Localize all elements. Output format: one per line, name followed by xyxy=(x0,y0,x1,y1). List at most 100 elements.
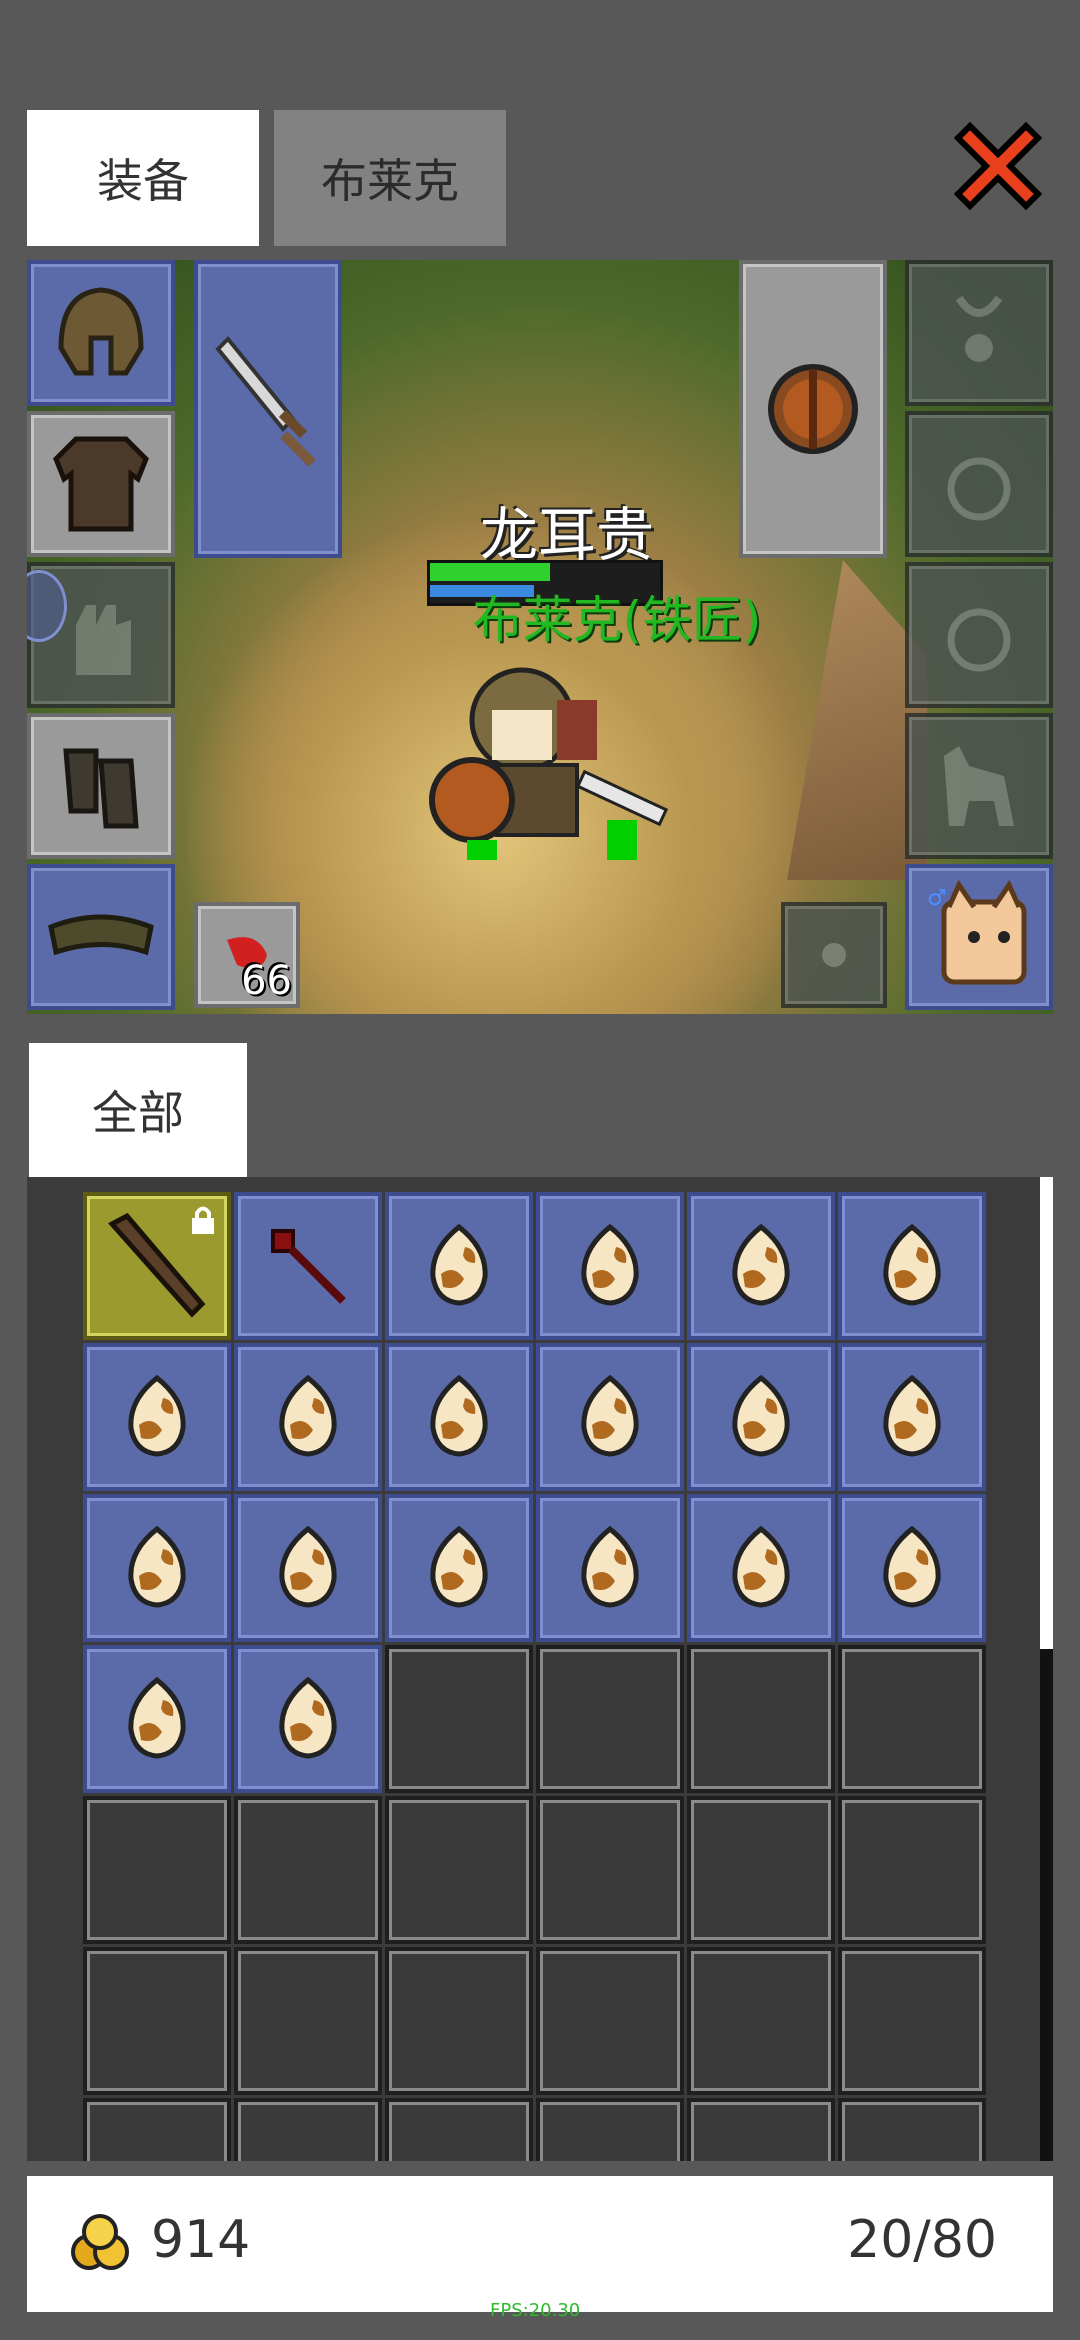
inventory-slot[interactable] xyxy=(234,1192,382,1340)
inventory-slot-empty[interactable] xyxy=(838,1796,986,1944)
ring-icon xyxy=(947,457,1011,521)
egg-icon xyxy=(419,1521,499,1615)
svg-text:♂: ♂ xyxy=(927,886,947,911)
slot-ring-2[interactable] xyxy=(905,562,1053,708)
gold-coins-icon xyxy=(71,2214,129,2270)
red-staff-icon xyxy=(253,1209,363,1323)
inventory-slot-empty[interactable] xyxy=(83,1796,231,1944)
egg-icon xyxy=(570,1219,650,1313)
inventory-slot-empty[interactable] xyxy=(838,1947,986,2095)
slot-armor[interactable] xyxy=(27,411,175,557)
inventory-slot-empty[interactable] xyxy=(83,1947,231,2095)
tab-character[interactable]: 布莱克 xyxy=(274,110,506,246)
helmet-icon xyxy=(58,287,144,376)
inventory-slot[interactable] xyxy=(234,1645,382,1793)
egg-icon xyxy=(570,1370,650,1464)
inventory-slot-empty[interactable] xyxy=(234,1947,382,2095)
egg-icon xyxy=(268,1370,348,1464)
inventory-slot-empty[interactable] xyxy=(536,1796,684,1944)
slot-misc[interactable] xyxy=(781,902,887,1008)
inventory-slot[interactable] xyxy=(536,1494,684,1642)
shield-icon xyxy=(768,364,858,454)
inventory-slot-empty[interactable] xyxy=(234,2098,382,2161)
inventory-slot-empty[interactable] xyxy=(234,1796,382,1944)
inventory-slot[interactable] xyxy=(687,1494,835,1642)
inventory-slot-empty[interactable] xyxy=(385,2098,533,2161)
egg-icon xyxy=(117,1672,197,1766)
inventory-slot[interactable] xyxy=(234,1343,382,1491)
inventory-slot-empty[interactable] xyxy=(687,1796,835,1944)
inventory-slot[interactable] xyxy=(234,1494,382,1642)
sword-icon xyxy=(215,336,316,467)
inventory-slot[interactable] xyxy=(838,1192,986,1340)
scrollbar-thumb[interactable] xyxy=(1040,1177,1053,1649)
slot-mount[interactable] xyxy=(905,713,1053,859)
egg-icon xyxy=(268,1521,348,1615)
egg-icon xyxy=(570,1521,650,1615)
ring-icon xyxy=(947,608,1011,672)
egg-icon xyxy=(721,1219,801,1313)
slot-helmet[interactable] xyxy=(27,260,175,406)
inventory-slot-empty[interactable] xyxy=(385,1947,533,2095)
egg-icon xyxy=(721,1521,801,1615)
inventory-slot-empty[interactable] xyxy=(536,1947,684,2095)
armor-icon xyxy=(53,436,149,532)
inventory-slot-empty[interactable] xyxy=(83,2098,231,2161)
egg-icon xyxy=(721,1370,801,1464)
egg-icon xyxy=(419,1219,499,1313)
inventory-slot[interactable] xyxy=(536,1343,684,1491)
inventory-slot-empty[interactable] xyxy=(536,1645,684,1793)
boots-icon xyxy=(63,748,139,829)
inventory-slot[interactable] xyxy=(687,1192,835,1340)
inventory-slot[interactable] xyxy=(385,1192,533,1340)
footer-bar: 914 20/80 xyxy=(27,2176,1053,2312)
inventory-slot[interactable] xyxy=(83,1494,231,1642)
inventory-slot[interactable] xyxy=(83,1343,231,1491)
inventory-slot[interactable] xyxy=(83,1192,231,1340)
inventory-slot-empty[interactable] xyxy=(687,1947,835,2095)
close-icon xyxy=(953,121,1043,211)
egg-icon xyxy=(419,1370,499,1464)
necklace-icon xyxy=(955,295,1003,362)
slot-weapon[interactable] xyxy=(194,260,342,558)
inventory-slot[interactable] xyxy=(385,1343,533,1491)
inventory-slot-empty[interactable] xyxy=(687,2098,835,2161)
egg-icon xyxy=(268,1672,348,1766)
egg-icon xyxy=(872,1521,952,1615)
inventory-slot[interactable] xyxy=(838,1343,986,1491)
egg-icon xyxy=(117,1521,197,1615)
slot-consumable[interactable]: 66 xyxy=(194,902,300,1008)
inventory-grid xyxy=(83,1192,993,2161)
egg-icon xyxy=(872,1219,952,1313)
inventory-capacity: 20/80 xyxy=(847,2210,997,2270)
character-preview: 66 龙耳贵 布莱克(铁匠) ♂ xyxy=(27,260,1053,1014)
slot-boots[interactable] xyxy=(27,713,175,859)
inventory-slot[interactable] xyxy=(838,1494,986,1642)
inventory-slot-empty[interactable] xyxy=(385,1796,533,1944)
inventory-slot-empty[interactable] xyxy=(385,1645,533,1793)
gear-icon xyxy=(822,943,846,967)
gold-amount: 914 xyxy=(151,2210,251,2270)
mount-icon xyxy=(944,746,1014,826)
slot-belt[interactable] xyxy=(27,864,175,1010)
inventory-slot-empty[interactable] xyxy=(838,1645,986,1793)
egg-icon xyxy=(872,1370,952,1464)
inventory-slot-empty[interactable] xyxy=(687,1645,835,1793)
filter-tab-all[interactable]: 全部 xyxy=(29,1043,247,1177)
close-button[interactable] xyxy=(950,118,1046,214)
slot-pet[interactable]: ♂ xyxy=(905,864,1053,1010)
inventory-slot-empty[interactable] xyxy=(838,2098,986,2161)
slot-ring-1[interactable] xyxy=(905,411,1053,557)
consumable-quantity: 66 xyxy=(241,958,292,1004)
inventory-slot[interactable] xyxy=(83,1645,231,1793)
inventory-slot[interactable] xyxy=(536,1192,684,1340)
inventory-slot-empty[interactable] xyxy=(536,2098,684,2161)
inventory-slot[interactable] xyxy=(385,1494,533,1642)
hp-fill xyxy=(430,563,550,581)
belt-icon xyxy=(48,914,154,956)
inventory-slot[interactable] xyxy=(687,1343,835,1491)
slot-necklace[interactable] xyxy=(905,260,1053,406)
tab-equipment[interactable]: 装备 xyxy=(27,110,259,246)
cat-pet-icon: ♂ xyxy=(927,879,1027,985)
slot-shield[interactable] xyxy=(739,260,887,558)
